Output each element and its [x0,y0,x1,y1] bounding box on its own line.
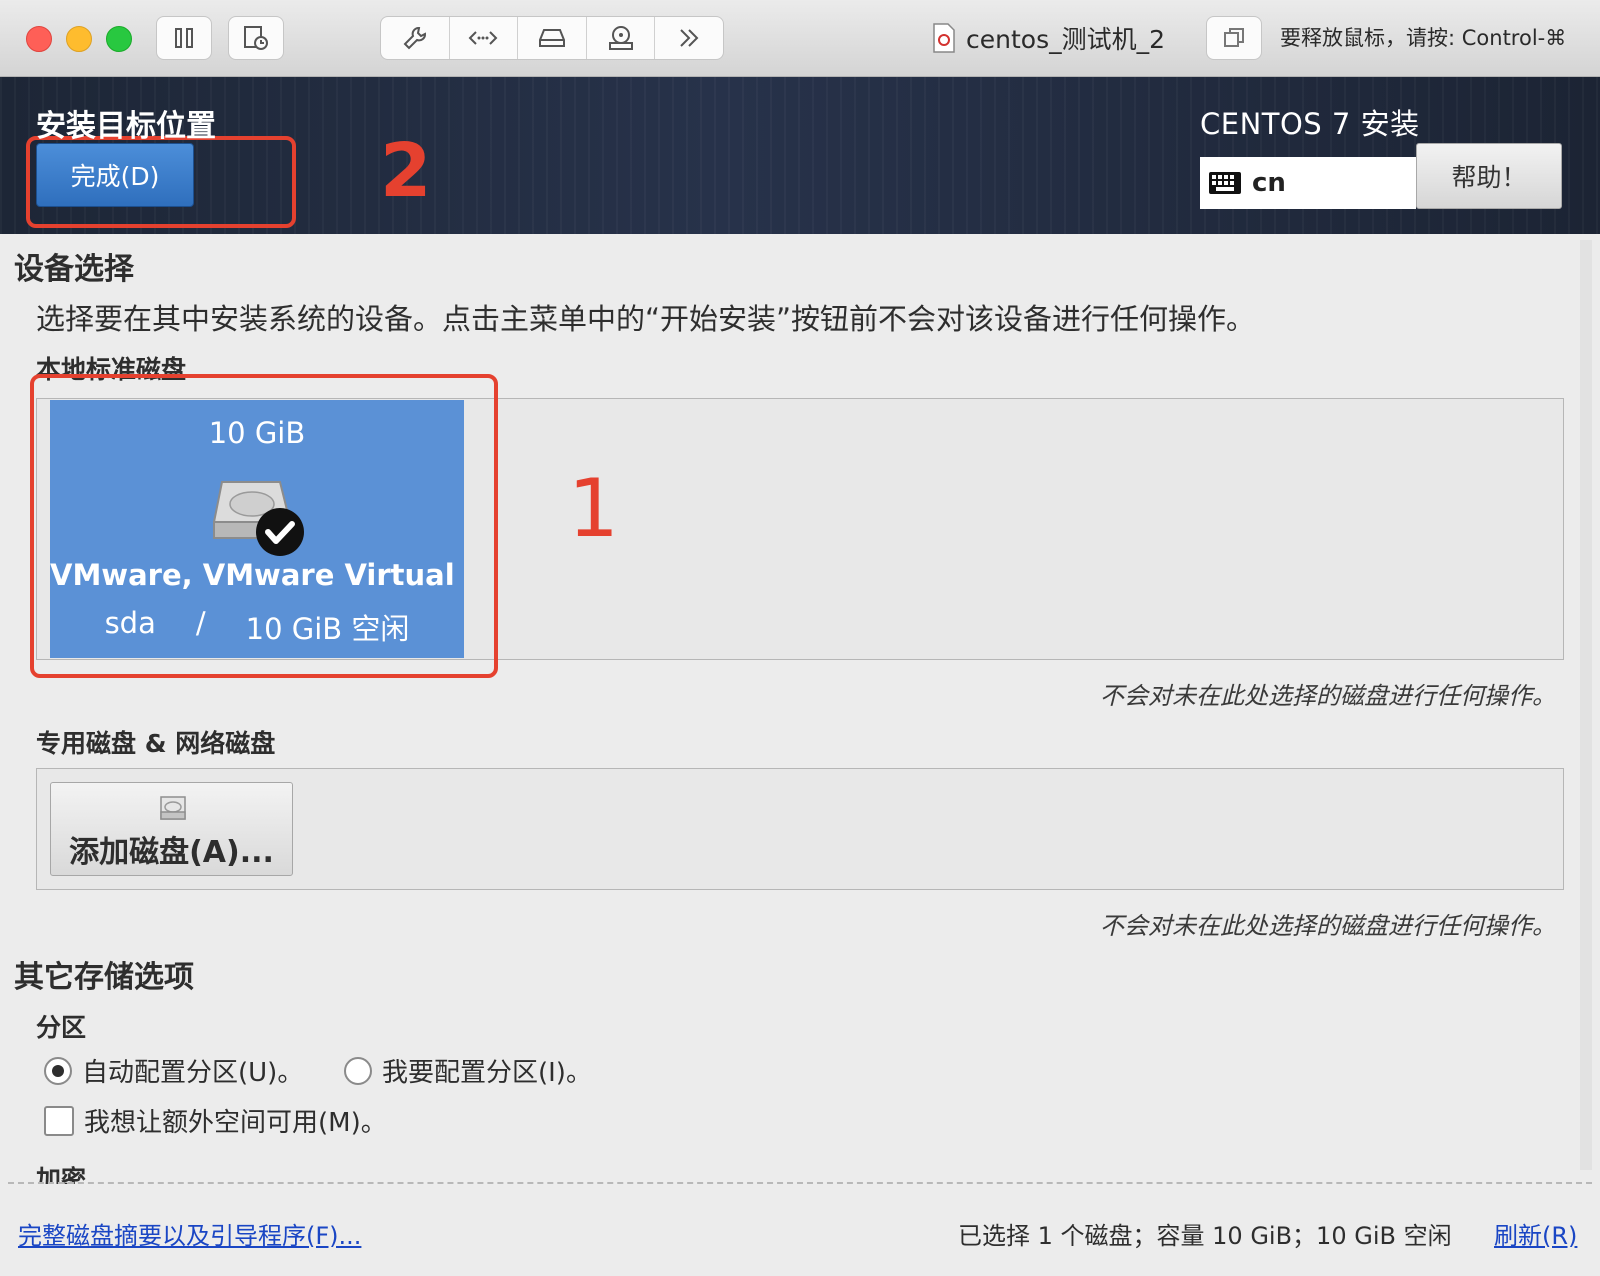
optical-drive-icon [608,26,633,50]
encryption-label: 加密 [36,1165,87,1184]
done-button[interactable]: 完成(D) [36,143,194,207]
zoom-window-button[interactable] [106,26,132,52]
local-disks-note: 不会对未在此处选择的磁盘进行任何操作。 [1100,682,1556,710]
more-toolbar-button[interactable] [655,17,723,59]
auto-partition-radio[interactable]: 自动配置分区(U)。 [44,1052,303,1089]
add-disk-icon [160,796,186,820]
page-title: 安装目标位置 [36,109,216,144]
manual-partition-radio[interactable]: 我要配置分区(I)。 [344,1052,592,1089]
product-title: CENTOS 7 安装 [1200,107,1420,141]
keyboard-icon [1209,172,1241,194]
network-arrows-icon [468,31,498,45]
wrench-icon [403,27,426,50]
device-selection-description: 选择要在其中安装系统的设备。点击主菜单中的“开始安装”按钮前不会对该设备进行任何… [36,302,1256,336]
vm-name: centos_测试机_2 [966,25,1165,54]
full-disk-summary-link[interactable]: 完整磁盘摘要以及引导程序(F)... [18,1216,361,1251]
snapshot-button[interactable] [228,16,284,60]
mouse-release-hint: 要释放鼠标，请按: Control-⌘ [1280,26,1567,50]
network-button[interactable] [450,17,519,59]
refresh-link[interactable]: 刷新(R) [1494,1216,1577,1251]
partitioning-label: 分区 [36,1013,87,1042]
add-disk-label: 添加磁盘(A)... [69,835,274,870]
close-window-button[interactable] [26,26,52,52]
special-disks-label: 专用磁盘 & 网络磁盘 [36,729,276,758]
keyboard-layout-label: cn [1252,168,1286,198]
other-storage-title: 其它存储选项 [14,960,194,995]
hard-disk-button[interactable] [518,17,587,59]
content-scrollbar[interactable] [1580,240,1592,1170]
annotation-number-1: 1 [568,462,619,555]
suspend-button[interactable] [156,16,212,60]
vm-document-icon [933,23,955,53]
vm-title: centos_测试机_2 [932,20,1165,56]
checkbox-indicator [44,1105,74,1136]
radio-indicator-selected [44,1056,72,1085]
device-selection-title: 设备选择 [14,252,134,287]
vm-toolbar-group [380,16,724,60]
pause-icon [175,28,193,48]
footer-divider [8,1182,1592,1184]
add-disk-button[interactable]: 添加磁盘(A)... [50,782,293,876]
selection-status: 已选择 1 个磁盘；容量 10 GiB；10 GiB 空闲 [958,1222,1452,1250]
extra-space-label: 我想让额外空间可用(M)。 [84,1108,387,1138]
manual-partition-label: 我要配置分区(I)。 [382,1058,592,1088]
minimize-window-button[interactable] [66,26,92,52]
extra-space-checkbox[interactable]: 我想让额外空间可用(M)。 [44,1102,387,1139]
keyboard-layout-indicator[interactable]: cn [1200,157,1416,209]
annotation-box-disk [30,374,498,678]
cd-dvd-button[interactable] [587,17,656,59]
unity-view-button[interactable] [1206,16,1262,60]
double-chevron-right-icon [680,29,699,47]
help-button[interactable]: 帮助！ [1416,143,1562,209]
vm-window-toolbar: centos_测试机_2 要释放鼠标，请按: Control-⌘ [0,0,1600,77]
settings-button[interactable] [381,17,450,59]
hard-disk-icon [538,29,565,47]
radio-indicator [344,1056,372,1085]
annotation-number-2: 2 [380,128,432,214]
auto-partition-label: 自动配置分区(U)。 [82,1058,304,1088]
snapshot-icon [244,26,268,50]
window-copy-icon [1224,28,1244,47]
special-disks-note: 不会对未在此处选择的磁盘进行任何操作。 [1100,912,1556,940]
